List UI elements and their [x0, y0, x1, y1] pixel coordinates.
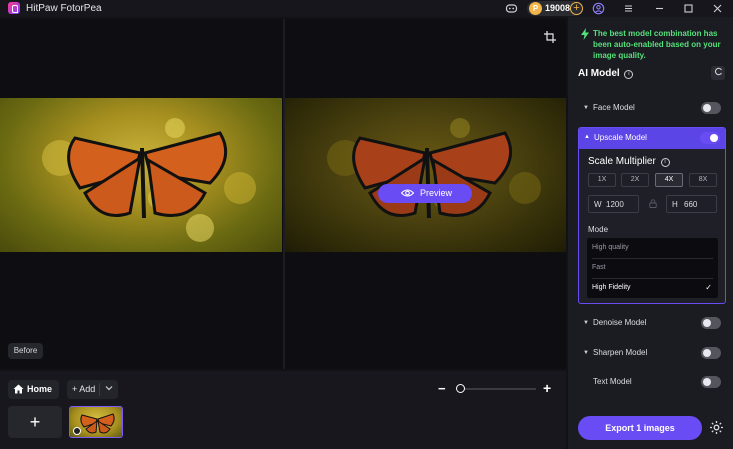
model-notice: The best model combination has been auto… — [580, 28, 730, 61]
reset-button[interactable] — [711, 66, 725, 80]
multiplier-4x-button[interactable]: 4X — [655, 173, 683, 187]
chevron-down-icon[interactable] — [105, 383, 113, 395]
gear-icon[interactable] — [709, 420, 724, 435]
collapse-icon[interactable]: ▲ — [584, 134, 590, 140]
width-value: 1200 — [606, 200, 624, 209]
face-model-row[interactable]: ▼ Face Model — [578, 101, 726, 117]
close-icon[interactable] — [711, 2, 724, 15]
title-bar: HitPaw FotorPea P 19008 + — [0, 0, 733, 17]
eye-icon — [400, 188, 415, 200]
coin-icon: P — [529, 2, 542, 15]
width-key: W — [594, 200, 602, 209]
before-image — [0, 98, 282, 252]
ai-model-title: AI Model i — [578, 68, 634, 79]
info-icon[interactable]: i — [624, 70, 634, 79]
notice-text: The best model combination has been auto… — [593, 29, 721, 60]
zoom-out-button[interactable]: − — [438, 381, 446, 396]
multiplier-8x-button[interactable]: 8X — [689, 173, 717, 187]
sharpen-model-label: Sharpen Model — [593, 348, 648, 357]
crop-icon[interactable] — [544, 31, 556, 43]
sharpen-model-toggle[interactable] — [701, 347, 721, 359]
multiplier-1x-button[interactable]: 1X — [588, 173, 616, 187]
mode-label: Mode — [588, 225, 609, 234]
mode-option-high-fidelity[interactable]: High Fidelity ✓ — [587, 278, 718, 298]
after-image — [285, 98, 566, 252]
text-model-label: Text Model — [593, 377, 632, 386]
buy-coins-plus-icon[interactable]: + — [570, 2, 583, 15]
expand-icon[interactable]: ▼ — [583, 350, 589, 356]
checkmark-icon: ✓ — [705, 283, 712, 292]
denoise-model-toggle[interactable] — [701, 317, 721, 329]
mode-option-label: High Fidelity — [592, 284, 631, 291]
zoom-in-button[interactable]: + — [543, 380, 551, 396]
face-model-label: Face Model — [593, 103, 635, 112]
expand-icon[interactable]: ▼ — [583, 105, 589, 111]
image-thumbnail[interactable] — [69, 406, 123, 438]
mode-option-label: High quality — [592, 244, 629, 251]
width-field[interactable]: W 1200 — [588, 195, 639, 213]
height-key: H — [672, 200, 678, 209]
mode-option-fast[interactable]: Fast — [587, 258, 718, 278]
height-field[interactable]: H 660 — [666, 195, 717, 213]
multiplier-2x-button[interactable]: 2X — [621, 173, 649, 187]
menu-icon[interactable] — [622, 2, 635, 15]
scale-multiplier-title: Scale Multiplier i — [588, 156, 670, 167]
mode-list: High quality Fast High Fidelity ✓ — [587, 238, 718, 298]
maximize-icon[interactable] — [682, 2, 695, 15]
text-model-row[interactable]: Text Model — [578, 375, 726, 391]
upscale-model-panel: ▲ Upscale Model Scale Multiplier i 1X 2X… — [578, 127, 726, 304]
upscale-model-header[interactable]: ▲ Upscale Model — [579, 128, 725, 149]
denoise-model-row[interactable]: ▼ Denoise Model — [578, 316, 726, 332]
app-logo — [8, 2, 20, 14]
add-button[interactable]: + Add — [67, 380, 118, 399]
ai-model-label: AI Model — [578, 68, 620, 79]
text-model-toggle[interactable] — [701, 376, 721, 388]
coin-count: 19008 — [545, 3, 571, 13]
clock-icon — [73, 427, 81, 435]
zoom-slider[interactable] — [456, 388, 536, 390]
mode-option-label: Fast — [592, 264, 606, 271]
lightning-icon — [580, 28, 590, 43]
preview-label: Preview — [420, 188, 453, 198]
account-icon[interactable] — [592, 2, 605, 15]
app-title: HitPaw FotorPea — [26, 3, 102, 14]
expand-icon[interactable]: ▼ — [583, 320, 589, 326]
add-divider — [99, 383, 100, 396]
upscale-model-label: Upscale Model — [594, 133, 647, 142]
preview-button[interactable]: Preview — [378, 184, 472, 203]
zoom-slider-handle[interactable] — [455, 384, 465, 393]
discord-icon[interactable] — [505, 2, 518, 15]
scale-multiplier-label: Scale Multiplier — [588, 156, 656, 167]
lock-icon[interactable] — [649, 199, 657, 208]
face-model-toggle[interactable] — [701, 102, 721, 114]
sharpen-model-row[interactable]: ▼ Sharpen Model — [578, 346, 726, 362]
export-button[interactable]: Export 1 images — [578, 416, 702, 440]
before-badge: Before — [8, 343, 43, 359]
home-button[interactable]: Home — [8, 380, 59, 399]
minimize-icon[interactable] — [653, 2, 666, 15]
height-value: 660 — [684, 200, 698, 209]
info-icon[interactable]: i — [660, 158, 670, 167]
denoise-model-label: Denoise Model — [593, 318, 647, 327]
add-image-button[interactable]: + — [8, 406, 62, 438]
refresh-icon — [714, 67, 722, 76]
add-label: + Add — [72, 384, 96, 394]
mode-option-high-quality[interactable]: High quality — [587, 238, 718, 258]
home-icon — [13, 384, 24, 394]
home-label: Home — [27, 384, 53, 394]
upscale-model-toggle[interactable] — [700, 132, 720, 144]
